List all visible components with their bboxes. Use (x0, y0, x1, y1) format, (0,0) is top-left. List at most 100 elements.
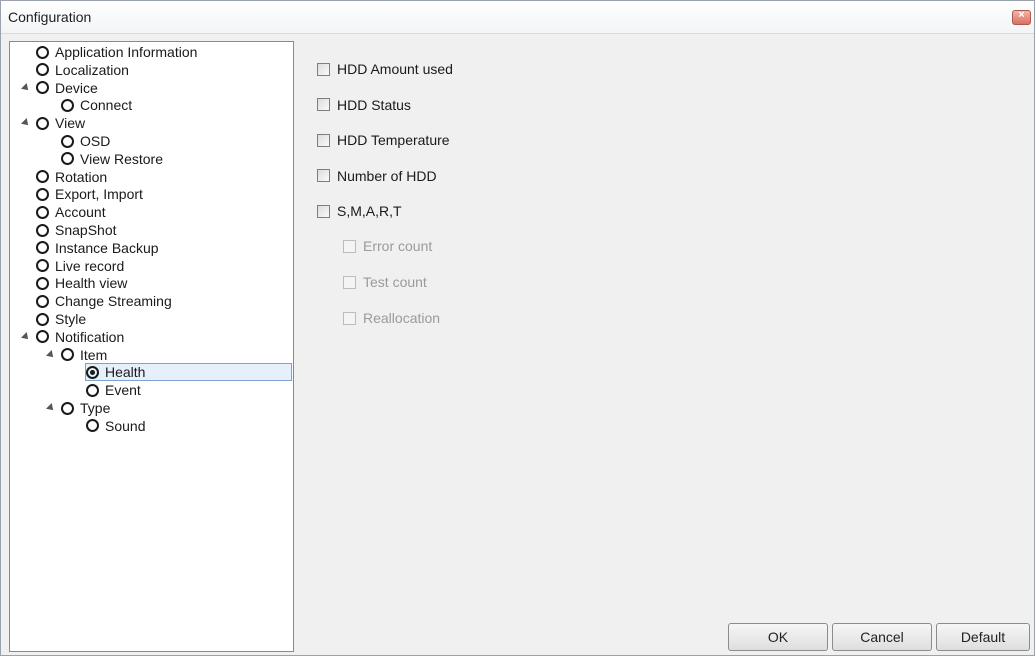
radio-icon (36, 63, 49, 77)
tree-item-health-view[interactable]: Health view (36, 274, 127, 292)
radio-icon (61, 152, 74, 166)
default-button[interactable]: Default (936, 623, 1030, 651)
radio-icon (36, 312, 49, 326)
tree-item-health[interactable]: Health (85, 363, 292, 382)
radio-icon (36, 276, 49, 290)
expand-arrow-icon[interactable] (46, 349, 56, 360)
tree-item-change-streaming[interactable]: Change Streaming (36, 292, 172, 310)
option-label: Error count (363, 238, 433, 254)
tree-item-localization[interactable]: Localization (36, 61, 129, 79)
tree-item-label: Device (55, 79, 98, 96)
radio-icon (61, 348, 74, 362)
tree-item-label: Change Streaming (55, 293, 172, 310)
tree-item-label: Event (105, 382, 141, 399)
title-bar: Configuration × (1, 1, 1034, 34)
tree-item-label: Type (80, 400, 111, 416)
tree-item-account[interactable]: Account (36, 203, 106, 221)
sub-option-reallocation[interactable]: Reallocation (343, 310, 440, 326)
tree-item-label: Application Information (55, 44, 198, 60)
checkbox[interactable] (317, 204, 330, 218)
option-hdd-amount-used[interactable]: HDD Amount used (317, 61, 453, 77)
tree-item-label: Style (55, 311, 87, 327)
option-label: Number of HDD (337, 167, 437, 184)
tree-item-application-information[interactable]: Application Information (36, 43, 197, 61)
tree-item-instance-backup[interactable]: Instance Backup (36, 239, 159, 257)
tree-item-live-record[interactable]: Live record (36, 257, 124, 275)
radio-icon (36, 205, 49, 219)
settings-tree[interactable]: Application Information Localization Devic… (9, 41, 294, 652)
radio-icon (61, 401, 74, 415)
radio-icon (36, 223, 49, 237)
expand-arrow-icon[interactable] (21, 331, 31, 342)
tree-item-device[interactable]: Device (21, 79, 98, 97)
radio-icon (61, 98, 74, 112)
sub-option-error-count[interactable]: Error count (343, 238, 432, 254)
option-hdd-temperature[interactable]: HDD Temperature (317, 132, 450, 148)
tree-item-style[interactable]: Style (36, 310, 86, 328)
option-label: HDD Status (337, 96, 411, 113)
tree-item-label: Instance Backup (55, 239, 159, 256)
tree-item-notification[interactable]: Notification (21, 328, 125, 346)
cancel-button[interactable]: Cancel (832, 623, 932, 651)
tree-item-label: Rotation (55, 168, 108, 185)
tree-item-label: Item (80, 346, 108, 363)
tree-item-label: View (55, 115, 86, 132)
tree-item-sound[interactable]: Sound (86, 417, 145, 435)
tree-item-view-restore[interactable]: View Restore (61, 150, 163, 168)
tree-item-label: Localization (55, 61, 129, 78)
radio-icon (36, 330, 49, 344)
checkbox[interactable] (343, 239, 356, 253)
option-s-m-a-r-t[interactable]: S,M,A,R,T (317, 203, 402, 219)
close-icon: × (1018, 9, 1025, 21)
tree-item-label: Sound (105, 417, 146, 434)
checkbox[interactable] (343, 275, 356, 289)
tree-item-item[interactable]: Item (46, 346, 108, 364)
tree-item-label: Health (105, 364, 146, 381)
tree-item-rotation[interactable]: Rotation (36, 168, 107, 186)
expand-arrow-icon[interactable] (46, 403, 56, 413)
tree-item-snapshot[interactable]: SnapShot (36, 221, 117, 239)
option-label: S,M,A,R,T (337, 203, 402, 219)
radio-icon (61, 134, 74, 148)
tree-item-connect[interactable]: Connect (61, 96, 132, 114)
option-hdd-status[interactable]: HDD Status (317, 97, 411, 113)
tree-item-type[interactable]: Type (46, 399, 111, 417)
ok-button[interactable]: OK (728, 623, 828, 651)
expand-arrow-icon[interactable] (21, 118, 31, 129)
health-options-panel: HDD Amount used HDD Status HDD Temperature… (305, 41, 1030, 621)
tree-item-label: SnapShot (55, 222, 117, 238)
radio-icon (86, 383, 99, 397)
radio-icon (86, 419, 99, 433)
sub-option-test-count[interactable]: Test count (343, 274, 427, 290)
radio-checked-icon (86, 365, 99, 379)
radio-icon (36, 241, 49, 255)
radio-icon (36, 187, 49, 201)
radio-icon (36, 294, 49, 308)
checkbox[interactable] (317, 169, 330, 182)
radio-icon (36, 259, 49, 273)
checkbox[interactable] (317, 98, 330, 111)
tree-item-osd[interactable]: OSD (61, 132, 110, 150)
option-label: HDD Temperature (337, 132, 450, 148)
tree-item-label: Export, Import (55, 186, 143, 203)
tree-item-event[interactable]: Event (86, 381, 141, 399)
expand-arrow-icon[interactable] (21, 82, 31, 93)
checkbox[interactable] (343, 311, 356, 325)
checkbox[interactable] (317, 62, 330, 76)
tree-item-label: View Restore (80, 150, 164, 167)
option-number-of-hdd[interactable]: Number of HDD (317, 168, 437, 184)
close-button[interactable]: × (1012, 9, 1031, 25)
radio-icon (36, 170, 49, 184)
radio-icon (36, 81, 49, 95)
window-title: Configuration (8, 9, 92, 25)
tree-item-label: Live record (55, 257, 125, 274)
tree-item-label: Notification (55, 328, 125, 345)
option-label: Reallocation (363, 310, 441, 326)
option-label: HDD Amount used (337, 61, 453, 77)
tree-item-export-import[interactable]: Export, Import (36, 185, 143, 203)
radio-icon (36, 45, 49, 59)
checkbox[interactable] (317, 133, 330, 147)
tree-item-label: Account (55, 204, 106, 221)
tree-item-view[interactable]: View (21, 114, 86, 132)
tree-item-label: OSD (80, 133, 111, 149)
